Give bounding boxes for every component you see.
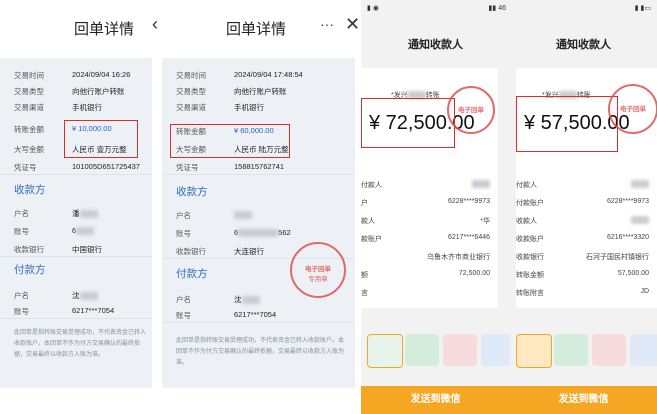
detail-row: 户名	[162, 206, 355, 222]
page-title: 回单详情	[74, 21, 135, 38]
detail-row: 收款银行 中国银行	[0, 240, 152, 257]
receipt-panel-2: ‹ 回单详情 ··· ✕ 交易时间 2024/09/04 17:48:54 交易类…	[152, 0, 361, 414]
detail-row: 户名潘	[0, 204, 152, 220]
detail-row: 交易类型 向他行账户转账	[176, 87, 287, 96]
row-value: 6228****9973	[606, 198, 649, 205]
receipt-card: 交易时间 2024/09/04 16:26 交易类型 向他行账户转账 交易渠道 手机银…	[0, 58, 152, 388]
row-value	[631, 216, 649, 224]
disclaimer-note: 此回单是指转账交易受理成功，不代表资金已转入收款账户。本回单不作为付方交易确认的…	[176, 338, 345, 366]
highlight-box	[516, 96, 618, 152]
detail-row: 账号 6217***7054	[0, 302, 152, 319]
highlight-box	[170, 124, 290, 158]
status-bar: ▮ ▮▭	[510, 0, 657, 20]
row-value: 57,500.00	[617, 270, 649, 277]
row-label: 付款人	[361, 182, 382, 189]
row-label: 转账附言	[516, 290, 544, 297]
close-icon[interactable]: ✕	[345, 14, 360, 35]
row-value: 6217****6446	[447, 234, 490, 241]
detail-row: 账号 6	[0, 222, 152, 238]
row-value	[631, 180, 649, 188]
card-template-thumb[interactable]	[630, 334, 657, 366]
receipt-panel-1: 回单详情 交易时间 2024/09/04 16:26 交易类型 向他行账户转账 交易…	[0, 0, 152, 414]
card-template-thumb[interactable]	[481, 334, 510, 366]
detail-row: 交易时间 2024/09/04 17:48:54	[176, 70, 303, 80]
disclaimer-note: 此回单是指转账交易受理成功，不代表资金已转入收款账户。本回单不作为付方交易确认的…	[14, 330, 147, 358]
header: 回单详情	[0, 0, 152, 58]
more-icon[interactable]: ···	[320, 16, 334, 32]
row-value: 6228****9973	[447, 198, 490, 205]
detail-row: 交易渠道 手机银行	[14, 103, 102, 112]
payer-section-title: 付款方	[176, 268, 208, 280]
card-template-thumb[interactable]	[367, 334, 403, 368]
payee-section-title: 收款方	[176, 186, 208, 198]
transfer-card: *发兴 转账 ¥ 72,500.00 电子回单 付款人 户 6228****997…	[361, 68, 498, 308]
row-label: 款账户	[361, 236, 382, 243]
send-to-wechat-button[interactable]: 发送到微信	[361, 386, 510, 414]
detail-row: 交易时间 2024/09/04 16:26	[14, 70, 131, 80]
row-label: 转账金额	[516, 272, 544, 279]
row-label: 付款人	[516, 182, 537, 189]
row-value: 石河子国民村镇银行	[586, 254, 649, 261]
payee-section-title: 收款方	[14, 184, 46, 196]
payer-section-title: 付款方	[14, 264, 46, 276]
row-label: 户	[361, 200, 368, 207]
bank-stamp: 电子回单	[608, 84, 657, 134]
header: ‹ 回单详情 ··· ✕	[152, 0, 361, 58]
transfer-card: *发兴 转账 ¥ 57,500.00 电子回单 付款人 付款账户 6228****…	[516, 68, 657, 308]
highlight-box	[64, 120, 138, 158]
row-label: 言	[361, 290, 368, 297]
chevron-left-icon[interactable]: ‹	[152, 14, 158, 35]
bank-stamp: 电子回单	[447, 86, 495, 134]
signal-icon: ▮ ◉	[367, 5, 379, 12]
row-label: 付款账户	[516, 200, 544, 207]
voucher-row: 凭证号 158815762741	[162, 158, 355, 175]
card-template-thumb[interactable]	[516, 334, 552, 368]
card-template-thumb[interactable]	[554, 334, 588, 366]
detail-row: 账号 6217***7054	[162, 306, 355, 323]
row-label: 收款账户	[516, 236, 544, 243]
row-value: 乌鲁木齐市商业银行	[427, 254, 490, 261]
page-title: 通知收款人	[408, 39, 463, 51]
detail-row: 账号 6 562	[176, 228, 291, 238]
row-value	[472, 180, 490, 188]
highlight-box	[361, 98, 455, 148]
detail-row: 户名沈	[0, 286, 152, 302]
row-value: JD	[640, 288, 649, 295]
status-indicators: ▮▮ 46	[488, 5, 506, 12]
row-label: 额	[361, 272, 368, 279]
card-template-thumb[interactable]	[405, 334, 439, 366]
voucher-row: 凭证号 101005D651725437	[0, 158, 152, 175]
notify-panel-1: ▮ ◉ ▮▮ 46 通知收款人 *发兴 转账 ¥ 72,500.00 电子回单 付…	[361, 0, 510, 414]
page-title: 通知收款人	[556, 39, 611, 51]
row-value: *华	[480, 218, 490, 225]
page-title: 回单详情	[226, 21, 287, 38]
row-value: 72,500.00	[458, 270, 490, 277]
card-template-thumb[interactable]	[443, 334, 477, 366]
row-label: 款人	[361, 218, 375, 225]
notify-panel-2: ▮ ▮▭ 通知收款人 *发兴 转账 ¥ 57,500.00 电子回单 付款人 付款…	[510, 0, 657, 414]
row-value: 6216****3320	[606, 234, 649, 241]
card-template-thumb[interactable]	[592, 334, 626, 366]
detail-row: 交易渠道 手机银行	[176, 103, 264, 112]
detail-row: 交易类型 向他行账户转账	[14, 87, 125, 96]
bank-stamp: 电子回单 专用章	[290, 242, 346, 298]
receipt-card: 交易时间 2024/09/04 17:48:54 交易类型 向他行账户转账 交易渠道…	[162, 58, 355, 388]
row-label: 收款银行	[516, 254, 544, 261]
row-label: 收款人	[516, 218, 537, 225]
battery-icon: ▮ ▮▭	[634, 5, 651, 12]
send-to-wechat-button[interactable]: 发送到微信	[510, 386, 657, 414]
status-bar: ▮ ◉ ▮▮ 46	[361, 0, 510, 20]
